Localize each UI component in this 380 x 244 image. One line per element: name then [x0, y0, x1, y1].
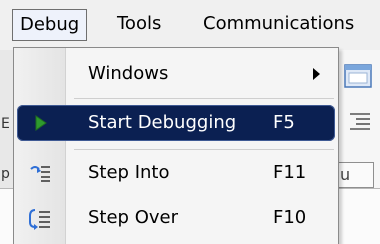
menu-item-windows[interactable]: Windows	[17, 56, 335, 92]
menu-item-start-debugging[interactable]: Start Debugging F5	[17, 105, 335, 141]
list-indent-icon[interactable]	[348, 111, 372, 131]
menu-item-step-over[interactable]: Step Over F10	[17, 200, 335, 236]
background-tab[interactable]: u	[338, 162, 374, 188]
background-text-fragment: E	[1, 116, 10, 132]
menu-bar: Debug Tools Communications	[0, 0, 380, 50]
menu-item-label: Windows	[88, 63, 169, 84]
window-icon[interactable]	[344, 63, 374, 89]
menu-debug[interactable]: Debug	[12, 9, 88, 41]
menu-separator	[74, 98, 334, 99]
submenu-arrow-icon	[313, 68, 320, 80]
step-over-icon	[29, 209, 50, 230]
background-text-fragment: p	[1, 166, 10, 182]
menu-item-label: Step Over	[88, 207, 178, 228]
menu-item-label: Start Debugging	[88, 112, 237, 133]
green-play-icon	[35, 115, 47, 131]
background-tab-label: u	[340, 165, 351, 184]
menu-separator	[74, 149, 334, 150]
menu-item-label: Step Into	[88, 162, 170, 183]
step-into-icon	[30, 166, 50, 182]
menu-item-shortcut: F11	[273, 162, 307, 183]
menu-tools[interactable]: Tools	[110, 9, 168, 41]
menu-item-step-into[interactable]: Step Into F11	[17, 155, 335, 191]
menu-item-shortcut: F10	[273, 207, 307, 228]
menu-item-shortcut: F5	[273, 112, 295, 133]
debug-dropdown-menu: Windows Start Debugging F5 Step Into F11	[13, 47, 339, 244]
menu-communications[interactable]: Communications	[196, 9, 361, 41]
